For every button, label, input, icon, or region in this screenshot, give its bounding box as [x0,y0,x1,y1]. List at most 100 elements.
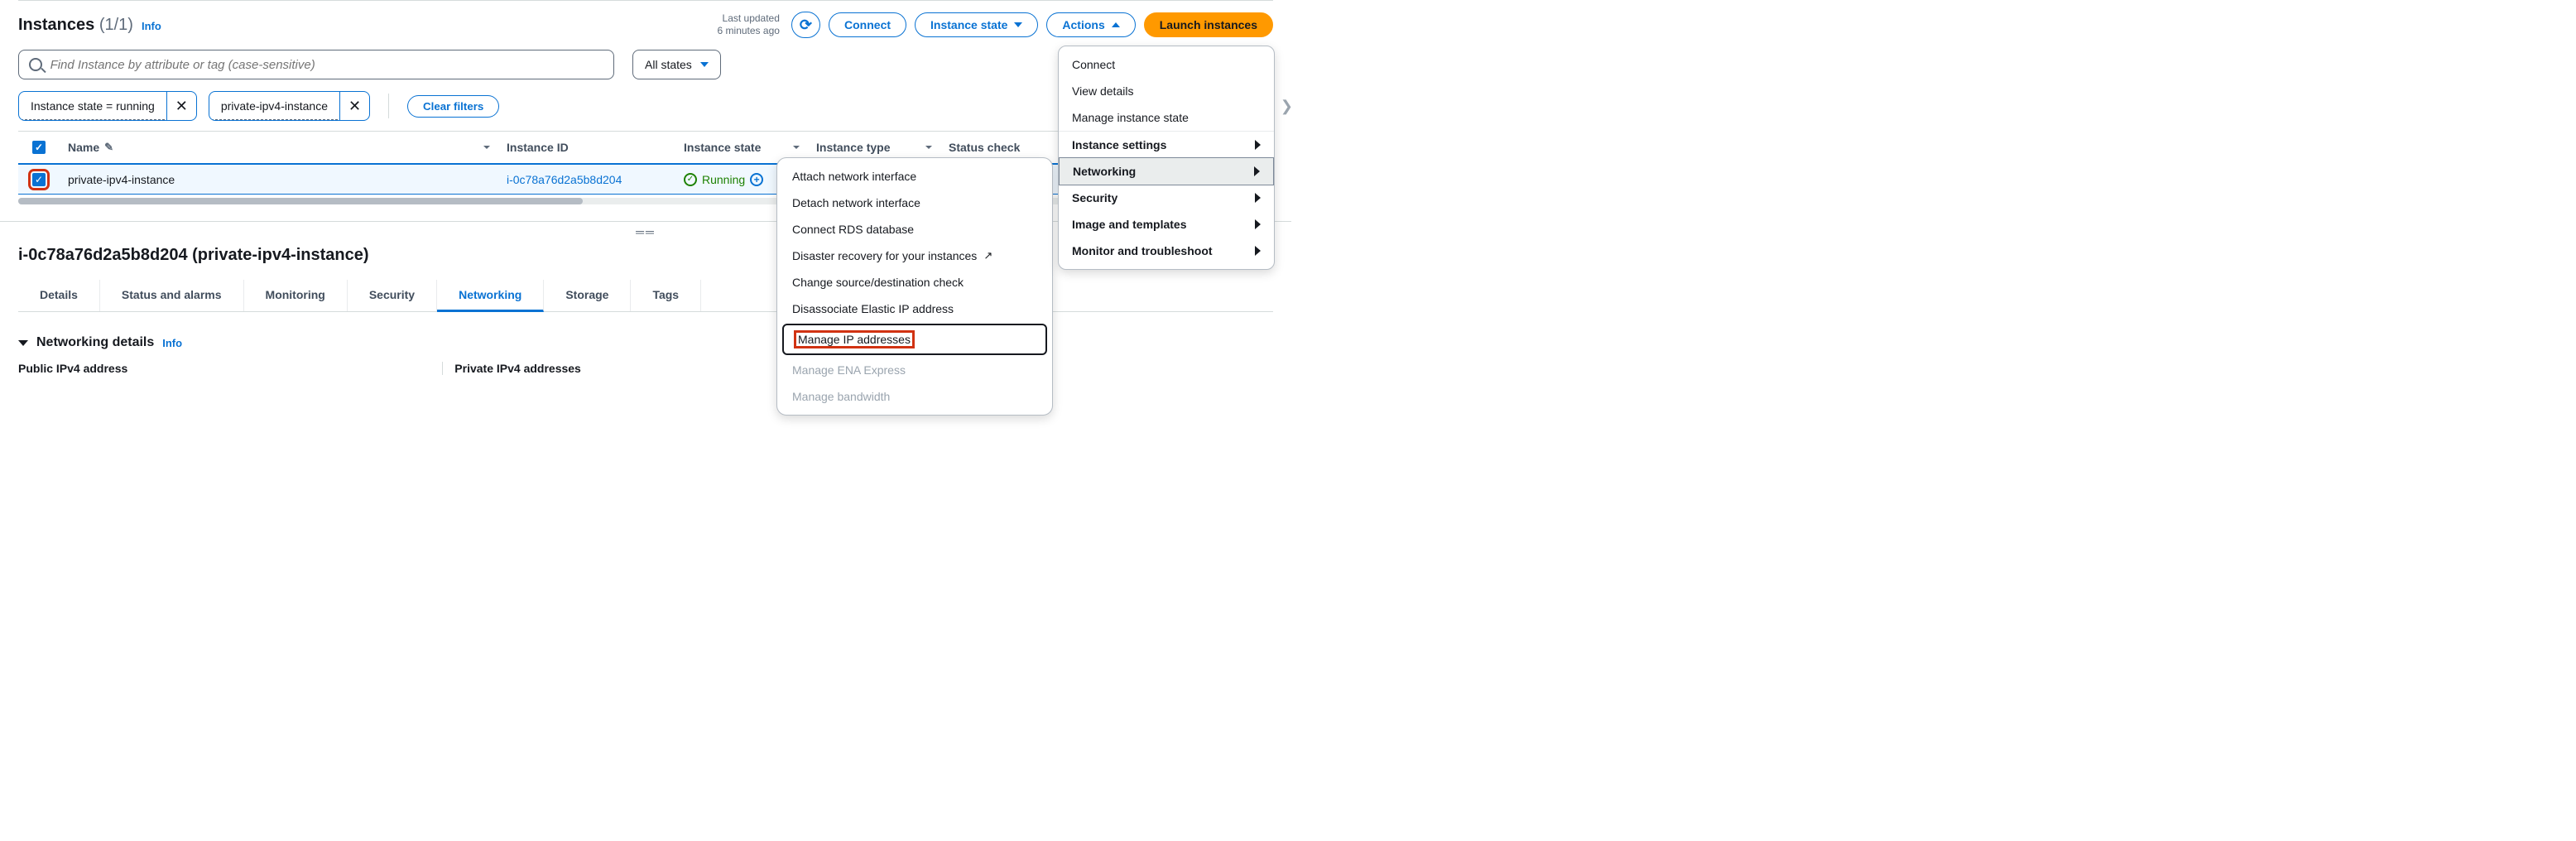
last-updated-value: 6 minutes ago [718,25,780,37]
tab-tags[interactable]: Tags [631,280,701,311]
submenu-attach-eni[interactable]: Attach network interface [777,163,1052,190]
col-instance-state[interactable]: Instance state [675,141,808,154]
remove-filter-icon[interactable]: ✕ [339,92,369,120]
col-instance-type[interactable]: Instance type [808,141,940,154]
menu-label: Monitor and troubleshoot [1072,244,1213,257]
submenu-label: Change source/destination check [792,276,964,289]
grip-icon: ══ [636,225,656,238]
scroll-right-icon[interactable]: ❯ [1281,98,1293,115]
col-status-check[interactable]: Status check [940,141,1073,154]
submenu-label: Connect RDS database [792,223,914,236]
tab-details[interactable]: Details [18,280,100,311]
submenu-source-dest-check[interactable]: Change source/destination check [777,269,1052,296]
instance-state-button[interactable]: Instance state [915,12,1038,37]
refresh-button[interactable]: ⟳ [791,12,820,38]
menu-label: View details [1072,84,1133,98]
private-ipv4-label: Private IPv4 addresses [442,362,581,375]
section-title: Networking details [36,335,154,350]
state-filter-dropdown[interactable]: All states [632,50,721,79]
filter-token-label: Instance state = running [21,93,165,120]
tab-security[interactable]: Security [348,280,437,311]
expand-icon[interactable]: + [750,173,763,186]
search-input-wrap[interactable] [18,50,614,79]
submenu-label: Detach network interface [792,196,920,209]
chevron-right-icon [1254,166,1260,176]
menu-connect[interactable]: Connect [1059,51,1274,78]
menu-label: Networking [1073,165,1136,178]
edit-icon[interactable]: ✎ [104,141,113,154]
submenu-manage-ena: Manage ENA Express [777,357,1052,383]
connect-button[interactable]: Connect [829,12,906,37]
external-link-icon: ↗ [983,249,992,262]
menu-manage-state[interactable]: Manage instance state [1059,104,1274,131]
menu-label: Instance settings [1072,138,1166,151]
private-ipv4-text: Private IPv4 addresses [442,362,581,375]
networking-details-header[interactable]: Networking details Info [18,335,1273,350]
row-checkbox[interactable]: ✓ [32,173,46,186]
clear-filters-button[interactable]: Clear filters [407,95,499,118]
last-updated-label: Last updated [718,12,780,25]
menu-networking[interactable]: Networking [1059,157,1274,185]
col-type-label: Instance type [816,141,890,154]
connect-label: Connect [844,18,891,31]
filter-token-name[interactable]: private-ipv4-instance ✕ [209,91,370,121]
sort-icon[interactable] [483,146,490,149]
tab-status-alarms[interactable]: Status and alarms [100,280,244,311]
submenu-label: Manage ENA Express [792,363,906,377]
col-state-label: Instance state [684,141,761,154]
actions-button[interactable]: Actions [1046,12,1135,37]
state-filter-label: All states [645,58,692,71]
instance-state-value: ✓Running [684,173,745,186]
chevron-right-icon [1255,140,1261,150]
submenu-disaster-recovery[interactable]: Disaster recovery for your instances ↗ [777,243,1052,269]
menu-label: Connect [1072,58,1115,71]
sort-icon[interactable] [793,146,800,149]
menu-label: Security [1072,191,1117,204]
detail-tabs: Details Status and alarms Monitoring Sec… [18,280,1273,312]
instance-id-link[interactable]: i-0c78a76d2a5b8d204 [507,173,622,186]
launch-instances-button[interactable]: Launch instances [1144,12,1273,37]
col-id-label: Instance ID [507,141,569,154]
scrollbar-thumb[interactable] [18,198,583,204]
state-text: Running [702,173,745,186]
actions-menu: Connect View details Manage instance sta… [1058,46,1275,270]
filter-token-state[interactable]: Instance state = running ✕ [18,91,197,121]
filter-token-label: private-ipv4-instance [211,93,338,120]
menu-view-details[interactable]: View details [1059,78,1274,104]
col-status-label: Status check [949,141,1020,154]
menu-monitor-troubleshoot[interactable]: Monitor and troubleshoot [1059,238,1274,264]
collapse-icon [18,340,28,346]
submenu-label: Disaster recovery for your instances [792,249,977,262]
tab-networking[interactable]: Networking [437,280,544,312]
select-all-checkbox[interactable]: ✓ [32,141,46,154]
menu-label: Image and templates [1072,218,1187,231]
submenu-detach-eni[interactable]: Detach network interface [777,190,1052,216]
submenu-connect-rds[interactable]: Connect RDS database [777,216,1052,243]
chevron-up-icon [1112,22,1120,27]
instance-count: (1/1) [99,16,133,34]
info-link[interactable]: Info [162,337,182,349]
submenu-manage-ip[interactable]: Manage IP addresses [782,324,1047,355]
menu-image-templates[interactable]: Image and templates [1059,211,1274,238]
menu-security[interactable]: Security [1059,185,1274,211]
launch-label: Launch instances [1160,18,1257,31]
tab-storage[interactable]: Storage [544,280,631,311]
menu-instance-settings[interactable]: Instance settings [1059,131,1274,158]
tab-monitoring[interactable]: Monitoring [244,280,348,311]
search-input[interactable] [50,58,603,72]
sort-icon[interactable] [925,146,932,149]
col-instance-id[interactable]: Instance ID [498,141,675,154]
remove-filter-icon[interactable]: ✕ [166,92,196,120]
actions-label: Actions [1062,18,1104,31]
col-name[interactable]: Name ✎ [60,141,498,154]
info-link[interactable]: Info [142,20,161,32]
chevron-down-icon [1014,22,1022,27]
submenu-label: Manage bandwidth [792,390,890,403]
public-ipv4-label: Public IPv4 address [18,362,127,375]
submenu-disassociate-eip[interactable]: Disassociate Elastic IP address [777,296,1052,322]
networking-submenu: Attach network interface Detach network … [776,157,1053,416]
instance-state-label: Instance state [930,18,1007,31]
menu-label: Manage instance state [1072,111,1189,124]
submenu-manage-bandwidth: Manage bandwidth [777,383,1052,410]
chevron-right-icon [1255,219,1261,229]
